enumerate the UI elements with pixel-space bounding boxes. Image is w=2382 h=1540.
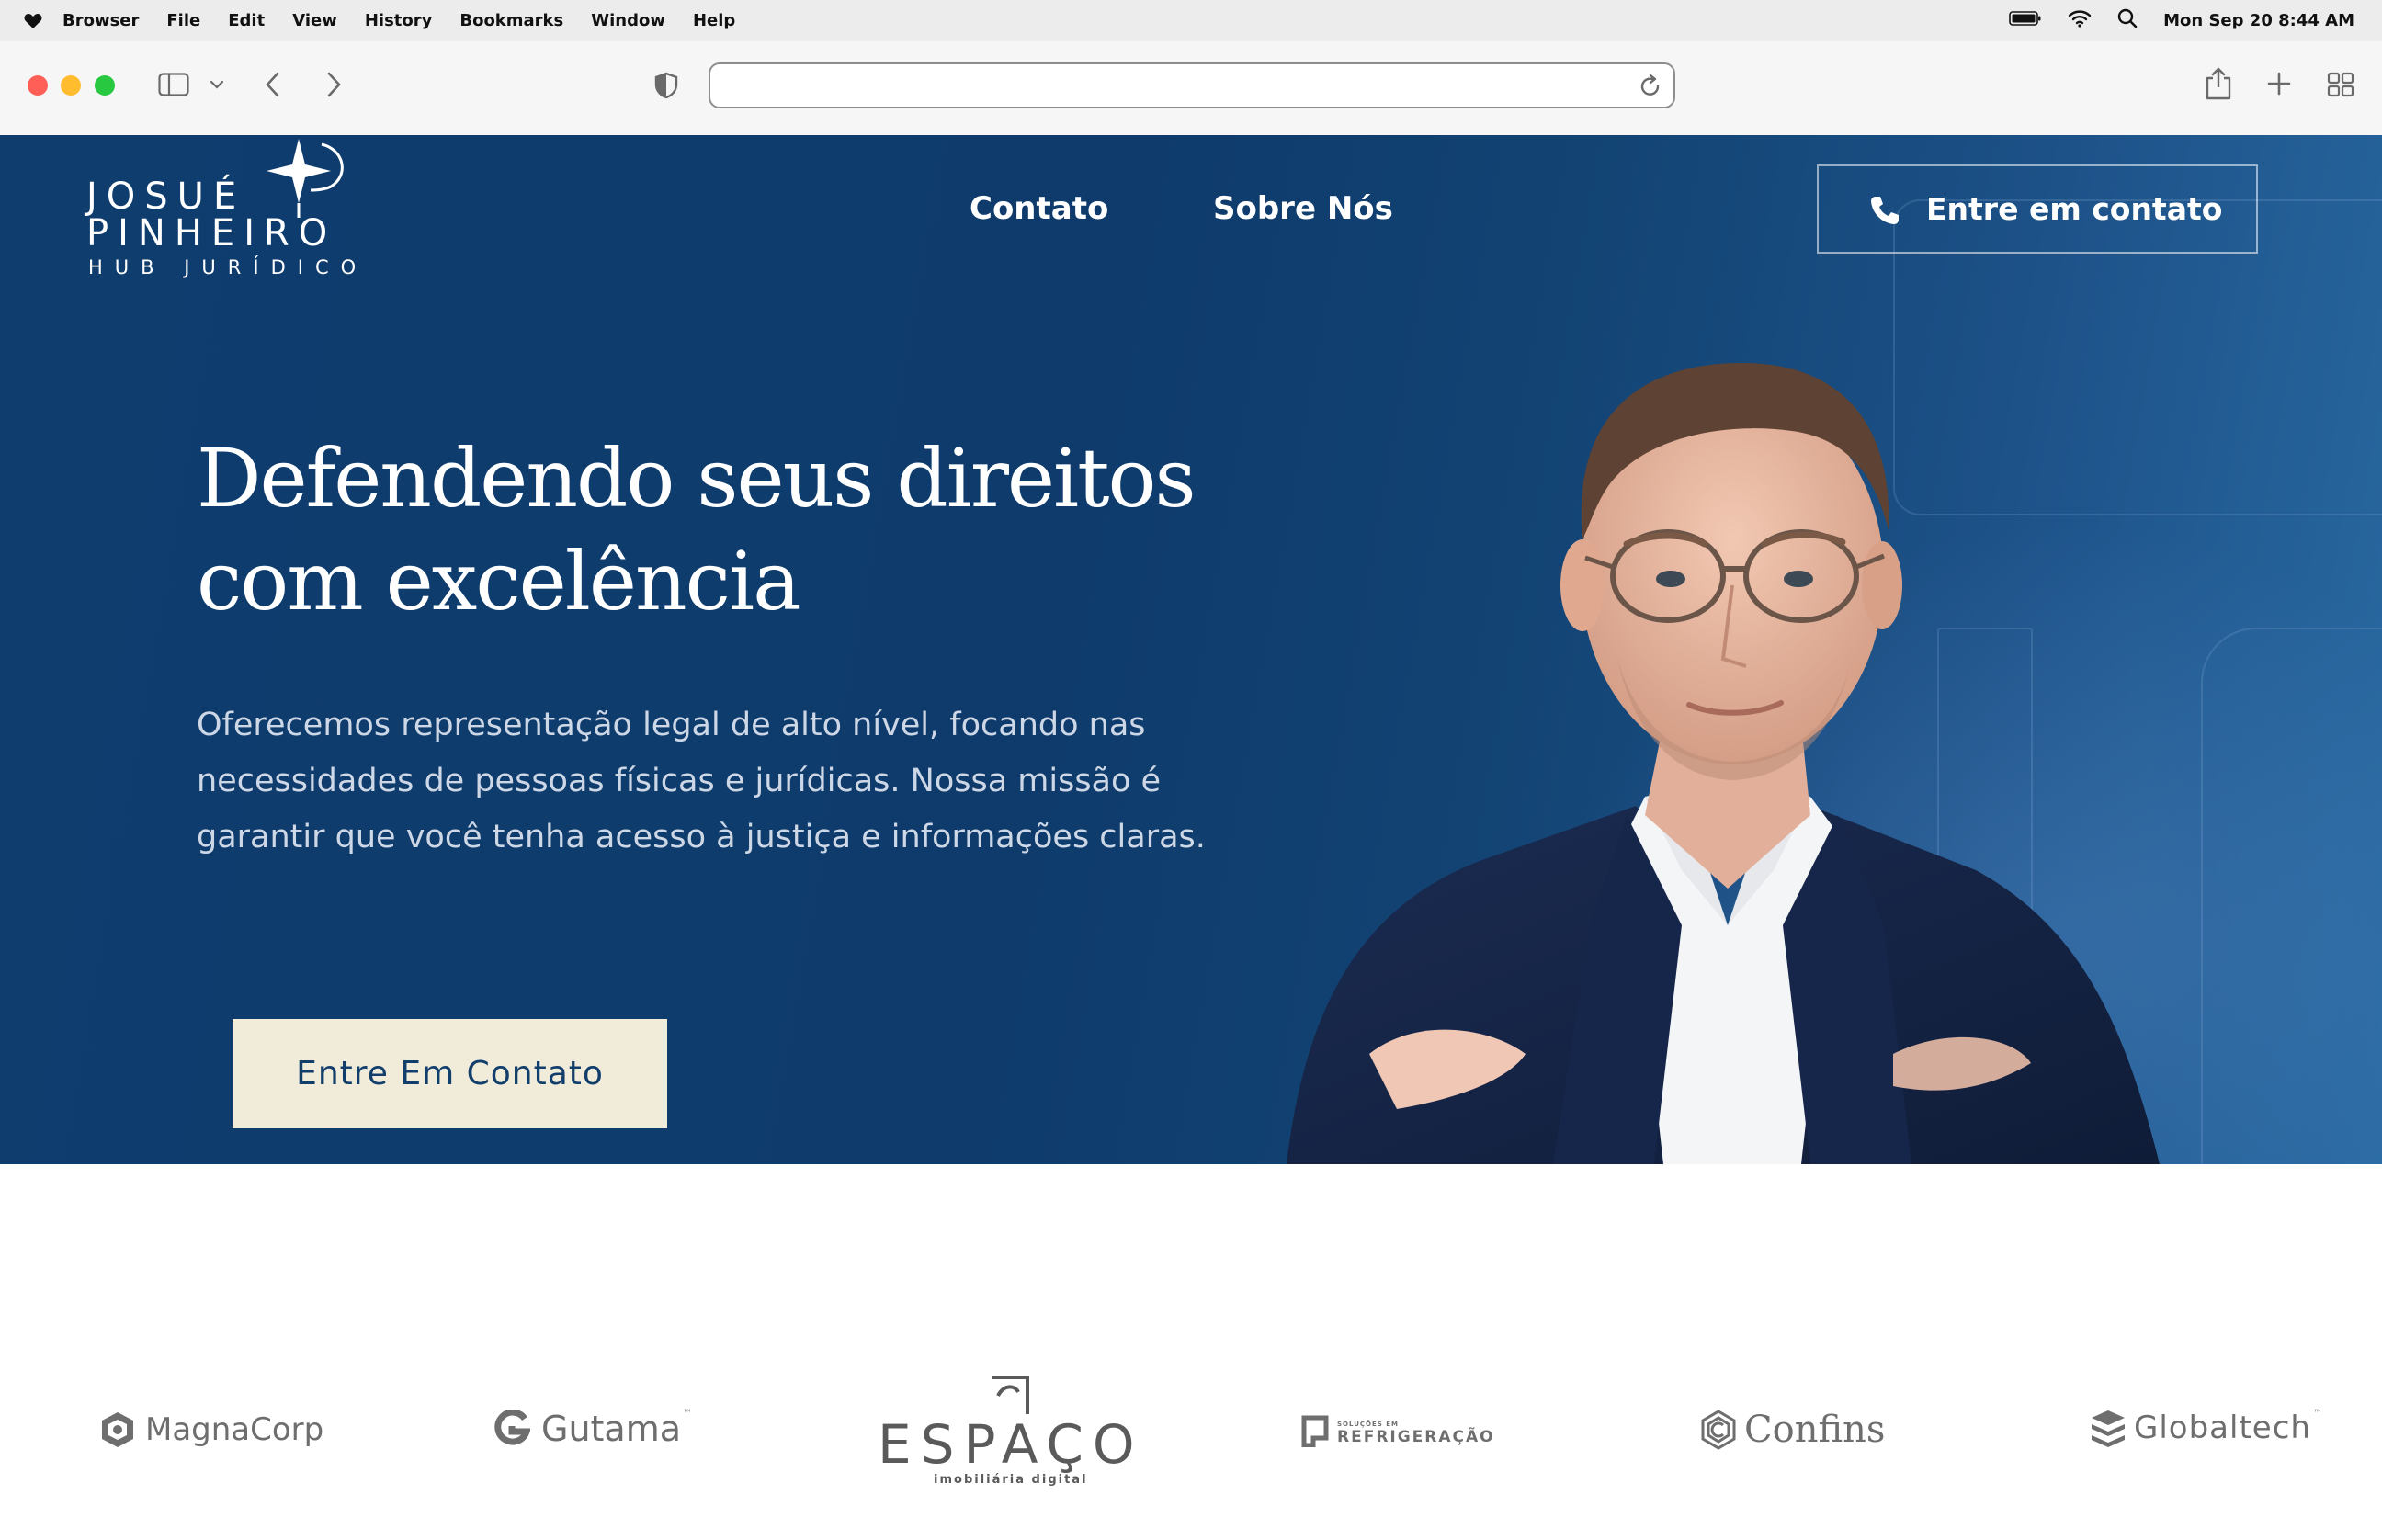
client-logo-magnacorp: MagnaCorp bbox=[99, 1410, 323, 1449]
menu-app-name[interactable]: Browser bbox=[62, 11, 139, 30]
espaco-name: ESPAÇO bbox=[878, 1413, 1144, 1476]
refrigeracao-name: REFRIGERAÇÃO bbox=[1337, 1428, 1495, 1446]
magnacorp-icon bbox=[99, 1410, 136, 1449]
lawyer-portrait-image bbox=[1287, 362, 2160, 1164]
headline-line-1: Defendendo seus direitos bbox=[197, 431, 1197, 526]
gutama-trademark: ™ bbox=[683, 1409, 693, 1419]
menu-bookmarks[interactable]: Bookmarks bbox=[459, 11, 563, 30]
site-logo[interactable]: JOSUÉ PINHEIRO HUB JURÍDICO bbox=[86, 135, 362, 282]
wifi-icon[interactable] bbox=[2068, 9, 2092, 32]
reload-icon[interactable] bbox=[1639, 74, 1662, 104]
magnacorp-name: MagnaCorp bbox=[145, 1411, 324, 1448]
espaco-tagline: imobiliária digital bbox=[934, 1473, 1088, 1487]
chevron-down-icon[interactable] bbox=[210, 79, 224, 90]
new-tab-plus-icon[interactable] bbox=[2267, 72, 2291, 96]
client-logo-espaco: ESPAÇO imobiliária digital bbox=[878, 1368, 1144, 1487]
client-logo-refrigeracao: SOLUÇÕES EM REFRIGERAÇÃO bbox=[1300, 1414, 1495, 1447]
phone-icon bbox=[1869, 194, 1900, 225]
gutama-name: Gutama bbox=[541, 1409, 682, 1449]
back-arrow-icon[interactable] bbox=[264, 71, 282, 98]
espaco-icon bbox=[985, 1368, 1037, 1416]
menu-bar: Browser File Edit View History Bookmarks… bbox=[0, 0, 2382, 41]
logo-line-3: HUB JURÍDICO bbox=[88, 256, 369, 278]
nav-sobre-nos[interactable]: Sobre Nós bbox=[1213, 190, 1393, 227]
confins-icon bbox=[1700, 1410, 1737, 1450]
nav-contato[interactable]: Contato bbox=[970, 190, 1108, 227]
menu-history[interactable]: History bbox=[365, 11, 433, 30]
globaltech-icon bbox=[2090, 1409, 2127, 1447]
client-logo-gutama: Gutama ™ bbox=[493, 1409, 692, 1449]
hero-description: Oferecemos representação legal de alto n… bbox=[197, 707, 1206, 855]
heart-icon[interactable] bbox=[22, 10, 44, 32]
menu-clock[interactable]: Mon Sep 20 8:44 AM bbox=[2163, 11, 2354, 30]
minimize-window-button[interactable] bbox=[61, 75, 81, 96]
hero-contact-button[interactable]: Entre Em Contato bbox=[233, 1019, 667, 1128]
headline-line-2: com excelência bbox=[197, 534, 801, 628]
maximize-window-button[interactable] bbox=[95, 75, 115, 96]
menu-window[interactable]: Window bbox=[591, 11, 665, 30]
menu-edit[interactable]: Edit bbox=[228, 11, 265, 30]
sidebar-icon[interactable] bbox=[158, 73, 189, 96]
menu-file[interactable]: File bbox=[166, 11, 200, 30]
decorative-frame bbox=[2201, 628, 2382, 1164]
battery-icon[interactable] bbox=[2009, 10, 2042, 31]
client-logo-confins: Confins bbox=[1700, 1409, 1885, 1451]
hero-headline: Defendendo seus direitos com excelência bbox=[197, 427, 1299, 633]
forward-arrow-icon[interactable] bbox=[324, 71, 343, 98]
globaltech-name: Globaltech bbox=[2134, 1410, 2311, 1446]
client-logo-globaltech: Globaltech ™ bbox=[2090, 1409, 2322, 1447]
gutama-icon bbox=[493, 1410, 530, 1448]
menu-view[interactable]: View bbox=[292, 11, 337, 30]
close-window-button[interactable] bbox=[28, 75, 48, 96]
logo-star-mark bbox=[267, 139, 344, 218]
client-logos-section: MagnaCorp Gutama ™ ESPAÇO imobiliária di… bbox=[0, 1164, 2382, 1540]
header-contact-label: Entre em contato bbox=[1926, 191, 2223, 227]
address-bar[interactable] bbox=[709, 62, 1675, 108]
refrigeracao-icon bbox=[1300, 1414, 1330, 1447]
share-icon[interactable] bbox=[2204, 67, 2233, 100]
menu-help[interactable]: Help bbox=[693, 11, 735, 30]
confins-name: Confins bbox=[1744, 1409, 1886, 1451]
globaltech-trademark: ™ bbox=[2312, 1409, 2322, 1419]
search-icon[interactable] bbox=[2117, 8, 2138, 33]
hero-section: JOSUÉ PINHEIRO HUB JURÍDICO Contato Sobr… bbox=[0, 135, 2382, 1164]
tab-overview-icon[interactable] bbox=[2327, 72, 2354, 97]
privacy-shield-icon[interactable] bbox=[654, 72, 678, 99]
